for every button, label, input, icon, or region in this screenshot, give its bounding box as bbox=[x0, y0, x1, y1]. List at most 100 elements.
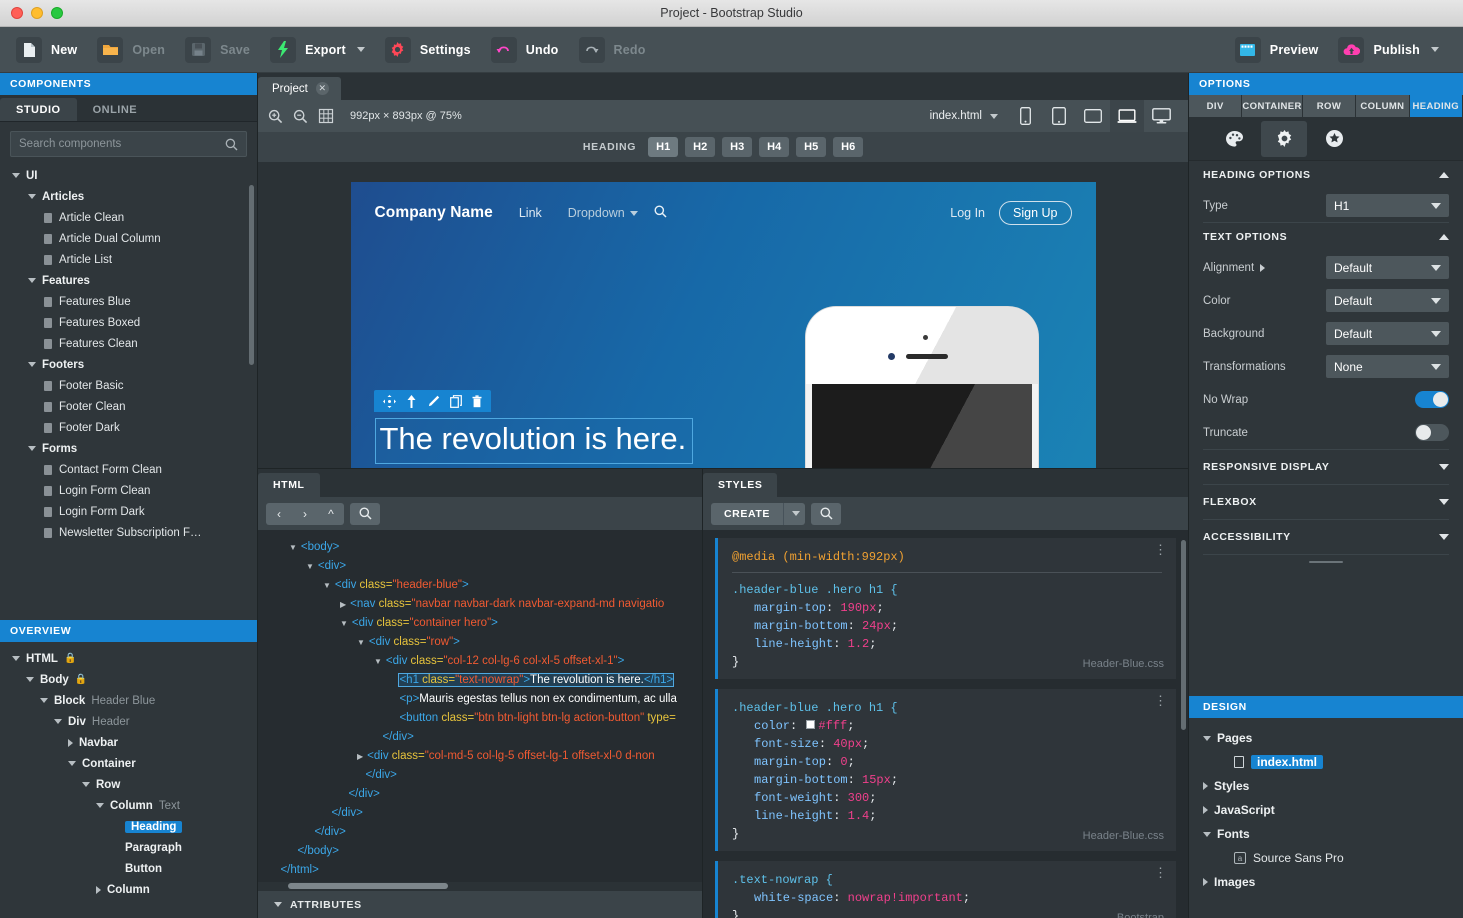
component-item[interactable]: Footer Dark bbox=[4, 417, 257, 438]
color-swatch[interactable] bbox=[806, 720, 815, 729]
site-preview[interactable]: Company Name Link Dropdown Log In Sign U… bbox=[351, 182, 1096, 468]
css-declaration[interactable]: color: #fff; bbox=[732, 717, 1162, 735]
tablet-portrait-icon[interactable] bbox=[1042, 100, 1076, 132]
css-declaration[interactable]: font-size: 40px; bbox=[732, 735, 1162, 753]
design-node[interactable]: aSource Sans Pro bbox=[1203, 846, 1463, 870]
rule-menu-icon[interactable]: ⋮ bbox=[1154, 546, 1167, 555]
background-select[interactable]: Default bbox=[1326, 322, 1449, 345]
component-item[interactable]: Features Boxed bbox=[4, 312, 257, 333]
tab-online[interactable]: ONLINE bbox=[77, 98, 154, 121]
overview-tree[interactable]: HTML🔒Body🔒BlockHeader BlueDivHeaderNavba… bbox=[0, 642, 257, 918]
css-declaration[interactable]: line-height: 1.4; bbox=[732, 807, 1162, 825]
code-line[interactable]: <h1 class="text-nowrap">The revolution i… bbox=[258, 671, 702, 690]
overview-node[interactable]: BlockHeader Blue bbox=[4, 690, 257, 711]
site-search-icon[interactable] bbox=[654, 205, 667, 221]
tab-styles[interactable]: STYLES bbox=[703, 473, 777, 497]
overview-node[interactable]: Paragraph bbox=[4, 837, 257, 858]
site-nav-dropdown[interactable]: Dropdown bbox=[568, 206, 625, 220]
css-declaration[interactable]: margin-bottom: 15px; bbox=[732, 771, 1162, 789]
code-line[interactable]: </div> bbox=[258, 823, 702, 842]
css-declaration[interactable]: margin-top: 190px; bbox=[732, 599, 1162, 617]
code-line[interactable]: ▼<div class="col-12 col-lg-6 col-xl-5 of… bbox=[258, 652, 702, 671]
overview-node[interactable]: Container bbox=[4, 753, 257, 774]
heading-h5-button[interactable]: H5 bbox=[796, 137, 826, 157]
design-tree[interactable]: Pagesindex.htmlStylesJavaScriptFontsaSou… bbox=[1189, 718, 1463, 918]
site-nav-link[interactable]: Link bbox=[519, 206, 542, 220]
styles-search-icon[interactable] bbox=[811, 503, 841, 525]
component-group[interactable]: UI bbox=[4, 165, 257, 186]
design-node[interactable]: Pages bbox=[1203, 726, 1463, 750]
html-horizontal-scrollbar[interactable] bbox=[258, 882, 702, 890]
overview-node[interactable]: Heading bbox=[4, 816, 257, 837]
options-breadcrumb-tabs[interactable]: DIVCONTAINERROWCOLUMNHEADING bbox=[1189, 95, 1463, 117]
truncate-toggle[interactable] bbox=[1415, 424, 1449, 441]
css-rule[interactable]: ⋮.header-blue .hero h1 {color: #fff;font… bbox=[715, 689, 1176, 851]
components-scrollbar[interactable] bbox=[249, 185, 254, 365]
component-item[interactable]: Footer Clean bbox=[4, 396, 257, 417]
element-toolbar[interactable] bbox=[374, 390, 491, 412]
nav-forward-icon[interactable]: › bbox=[292, 503, 318, 525]
create-style-button[interactable]: CREATE bbox=[711, 503, 783, 525]
palette-styles-icon[interactable] bbox=[1211, 121, 1257, 157]
overview-node[interactable]: Body🔒 bbox=[4, 669, 257, 690]
alignment-select[interactable]: Default bbox=[1326, 256, 1449, 279]
site-brand[interactable]: Company Name bbox=[375, 204, 493, 222]
design-node[interactable]: Styles bbox=[1203, 774, 1463, 798]
code-line[interactable]: <p>Mauris egestas tellus non ex condimen… bbox=[258, 690, 702, 709]
tab-html[interactable]: HTML bbox=[258, 473, 320, 497]
heading-type-select[interactable]: H1 bbox=[1326, 194, 1449, 217]
options-tab-div[interactable]: DIV bbox=[1189, 95, 1242, 117]
code-line[interactable]: </div> bbox=[258, 728, 702, 747]
rule-menu-icon[interactable]: ⋮ bbox=[1154, 697, 1167, 706]
code-line[interactable]: ▶<div class="col-md-5 col-lg-5 offset-lg… bbox=[258, 747, 702, 766]
css-declaration[interactable]: margin-bottom: 24px; bbox=[732, 617, 1162, 635]
code-line[interactable]: <button class="btn btn-light btn-lg acti… bbox=[258, 709, 702, 728]
site-signup-button[interactable]: Sign Up bbox=[999, 201, 1071, 225]
options-tab-container[interactable]: CONTAINER bbox=[1242, 95, 1302, 117]
site-login-link[interactable]: Log In bbox=[950, 206, 985, 220]
tab-studio[interactable]: STUDIO bbox=[0, 98, 77, 121]
edit-pencil-icon[interactable] bbox=[427, 395, 440, 408]
code-line[interactable]: ▼<div class="row"> bbox=[258, 633, 702, 652]
component-item[interactable]: Login Form Clean bbox=[4, 480, 257, 501]
move-icon[interactable] bbox=[383, 395, 396, 408]
css-rules-list[interactable]: ⋮@media (min-width:992px).header-blue .h… bbox=[703, 530, 1188, 918]
heading-options-header[interactable]: HEADING OPTIONS bbox=[1189, 161, 1463, 189]
design-node[interactable]: JavaScript bbox=[1203, 798, 1463, 822]
nav-back-icon[interactable]: ‹ bbox=[266, 503, 292, 525]
duplicate-icon[interactable] bbox=[450, 395, 462, 408]
options-tab-column[interactable]: COLUMN bbox=[1356, 95, 1409, 117]
hero-heading[interactable]: The revolution is here. bbox=[375, 418, 694, 464]
css-declaration[interactable]: white-space: nowrap!important; bbox=[732, 889, 1162, 907]
styles-scrollbar[interactable] bbox=[1181, 540, 1186, 730]
gear-options-icon[interactable] bbox=[1261, 121, 1307, 157]
panel-resize-grip[interactable] bbox=[1309, 561, 1343, 563]
code-line[interactable]: </html> bbox=[258, 861, 702, 880]
search-icon[interactable] bbox=[350, 503, 380, 525]
heading-h6-button[interactable]: H6 bbox=[833, 137, 863, 157]
components-search-box[interactable] bbox=[10, 131, 247, 157]
html-code-tree[interactable]: ▼<body>▼<div>▼<div class="header-blue">▶… bbox=[258, 530, 702, 890]
settings-button[interactable]: Settings bbox=[379, 27, 485, 73]
component-item[interactable]: Features Clean bbox=[4, 333, 257, 354]
overview-node[interactable]: Column bbox=[4, 879, 257, 900]
overview-node[interactable]: Button bbox=[4, 858, 257, 879]
grid-overlay-icon[interactable] bbox=[318, 108, 334, 124]
code-line[interactable]: </div> bbox=[258, 766, 702, 785]
create-style-dropdown[interactable] bbox=[783, 503, 805, 525]
close-tab-icon[interactable]: ✕ bbox=[316, 82, 329, 95]
heading-h3-button[interactable]: H3 bbox=[722, 137, 752, 157]
code-line[interactable]: ▼<div class="header-blue"> bbox=[258, 576, 702, 595]
tablet-landscape-icon[interactable] bbox=[1076, 100, 1110, 132]
design-node[interactable]: Fonts bbox=[1203, 822, 1463, 846]
new-button[interactable]: New bbox=[10, 27, 91, 73]
heading-h4-button[interactable]: H4 bbox=[759, 137, 789, 157]
component-item[interactable]: Article List bbox=[4, 249, 257, 270]
overview-node[interactable]: Row bbox=[4, 774, 257, 795]
attributes-section[interactable]: ATTRIBUTES bbox=[258, 890, 702, 918]
component-group[interactable]: Forms bbox=[4, 438, 257, 459]
undo-button[interactable]: Undo bbox=[485, 27, 573, 73]
publish-button[interactable]: Publish bbox=[1332, 27, 1453, 73]
redo-button[interactable]: Redo bbox=[573, 27, 660, 73]
component-group[interactable]: Features bbox=[4, 270, 257, 291]
